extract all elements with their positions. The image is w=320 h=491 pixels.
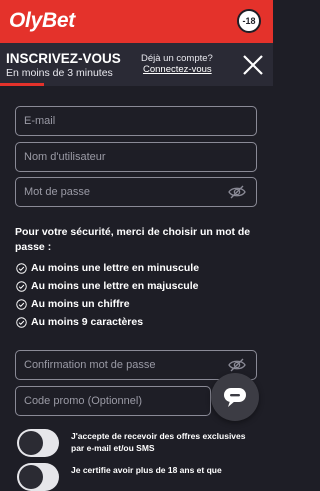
chat-bubble-icon — [224, 388, 246, 407]
olybet-logo[interactable]: OlyBet — [9, 9, 75, 33]
check-circle-icon — [16, 298, 27, 310]
header-title: INSCRIVEZ-VOUS — [6, 51, 121, 66]
marketing-consent-toggle[interactable] — [17, 429, 59, 457]
password-rule: Au moins 9 caractères — [16, 315, 143, 329]
password-input[interactable] — [24, 178, 224, 206]
password-rule: Au moins un chiffre — [16, 297, 130, 311]
email-input[interactable] — [24, 107, 224, 135]
password-rule-label: Au moins un chiffre — [31, 298, 130, 310]
promo-code-input[interactable] — [24, 387, 204, 415]
password-rules-title: Pour votre sécurité, merci de choisir un… — [15, 226, 251, 253]
password-rule: Au moins une lettre en majuscule — [16, 279, 198, 293]
eye-off-icon[interactable] — [228, 184, 246, 200]
eye-off-icon[interactable] — [228, 357, 246, 373]
password-field[interactable] — [15, 177, 257, 207]
username-field[interactable] — [15, 142, 257, 172]
chat-button[interactable] — [211, 373, 259, 421]
close-icon[interactable] — [242, 54, 264, 76]
toggle-knob — [19, 431, 43, 455]
password-rule-label: Au moins une lettre en majuscule — [31, 280, 199, 292]
check-circle-icon — [16, 262, 27, 274]
age-consent-label: Je certifie avoir plus de 18 ans et que — [71, 465, 222, 475]
age-restriction-badge: -18 — [237, 9, 261, 33]
promo-code-field[interactable] — [15, 386, 211, 416]
confirm-password-input[interactable] — [24, 351, 224, 379]
check-circle-icon — [16, 280, 27, 292]
email-field[interactable] — [15, 106, 257, 136]
password-rule-label: Au moins 9 caractères — [31, 316, 144, 328]
username-input[interactable] — [24, 143, 224, 171]
registration-progress-bar — [0, 83, 273, 86]
check-circle-icon — [16, 316, 27, 328]
header-subtitle: En moins de 3 minutes — [6, 67, 113, 79]
password-rule-label: Au moins une lettre en minuscule — [31, 262, 200, 274]
confirm-password-field[interactable] — [15, 350, 257, 380]
registration-header: INSCRIVEZ-VOUS En moins de 3 minutes Déj… — [0, 43, 273, 85]
login-link[interactable]: Connectez-vous — [143, 64, 212, 75]
age-consent-toggle[interactable] — [17, 463, 59, 491]
account-question: Déjà un compte? — [141, 53, 213, 64]
marketing-consent-label: J'accepte de recevoir des offres exclusi… — [71, 431, 246, 453]
toggle-knob — [19, 465, 43, 489]
password-rule: Au moins une lettre en minuscule — [16, 261, 199, 275]
top-bar: OlyBet -18 — [0, 0, 273, 43]
progress-fill — [0, 83, 44, 86]
